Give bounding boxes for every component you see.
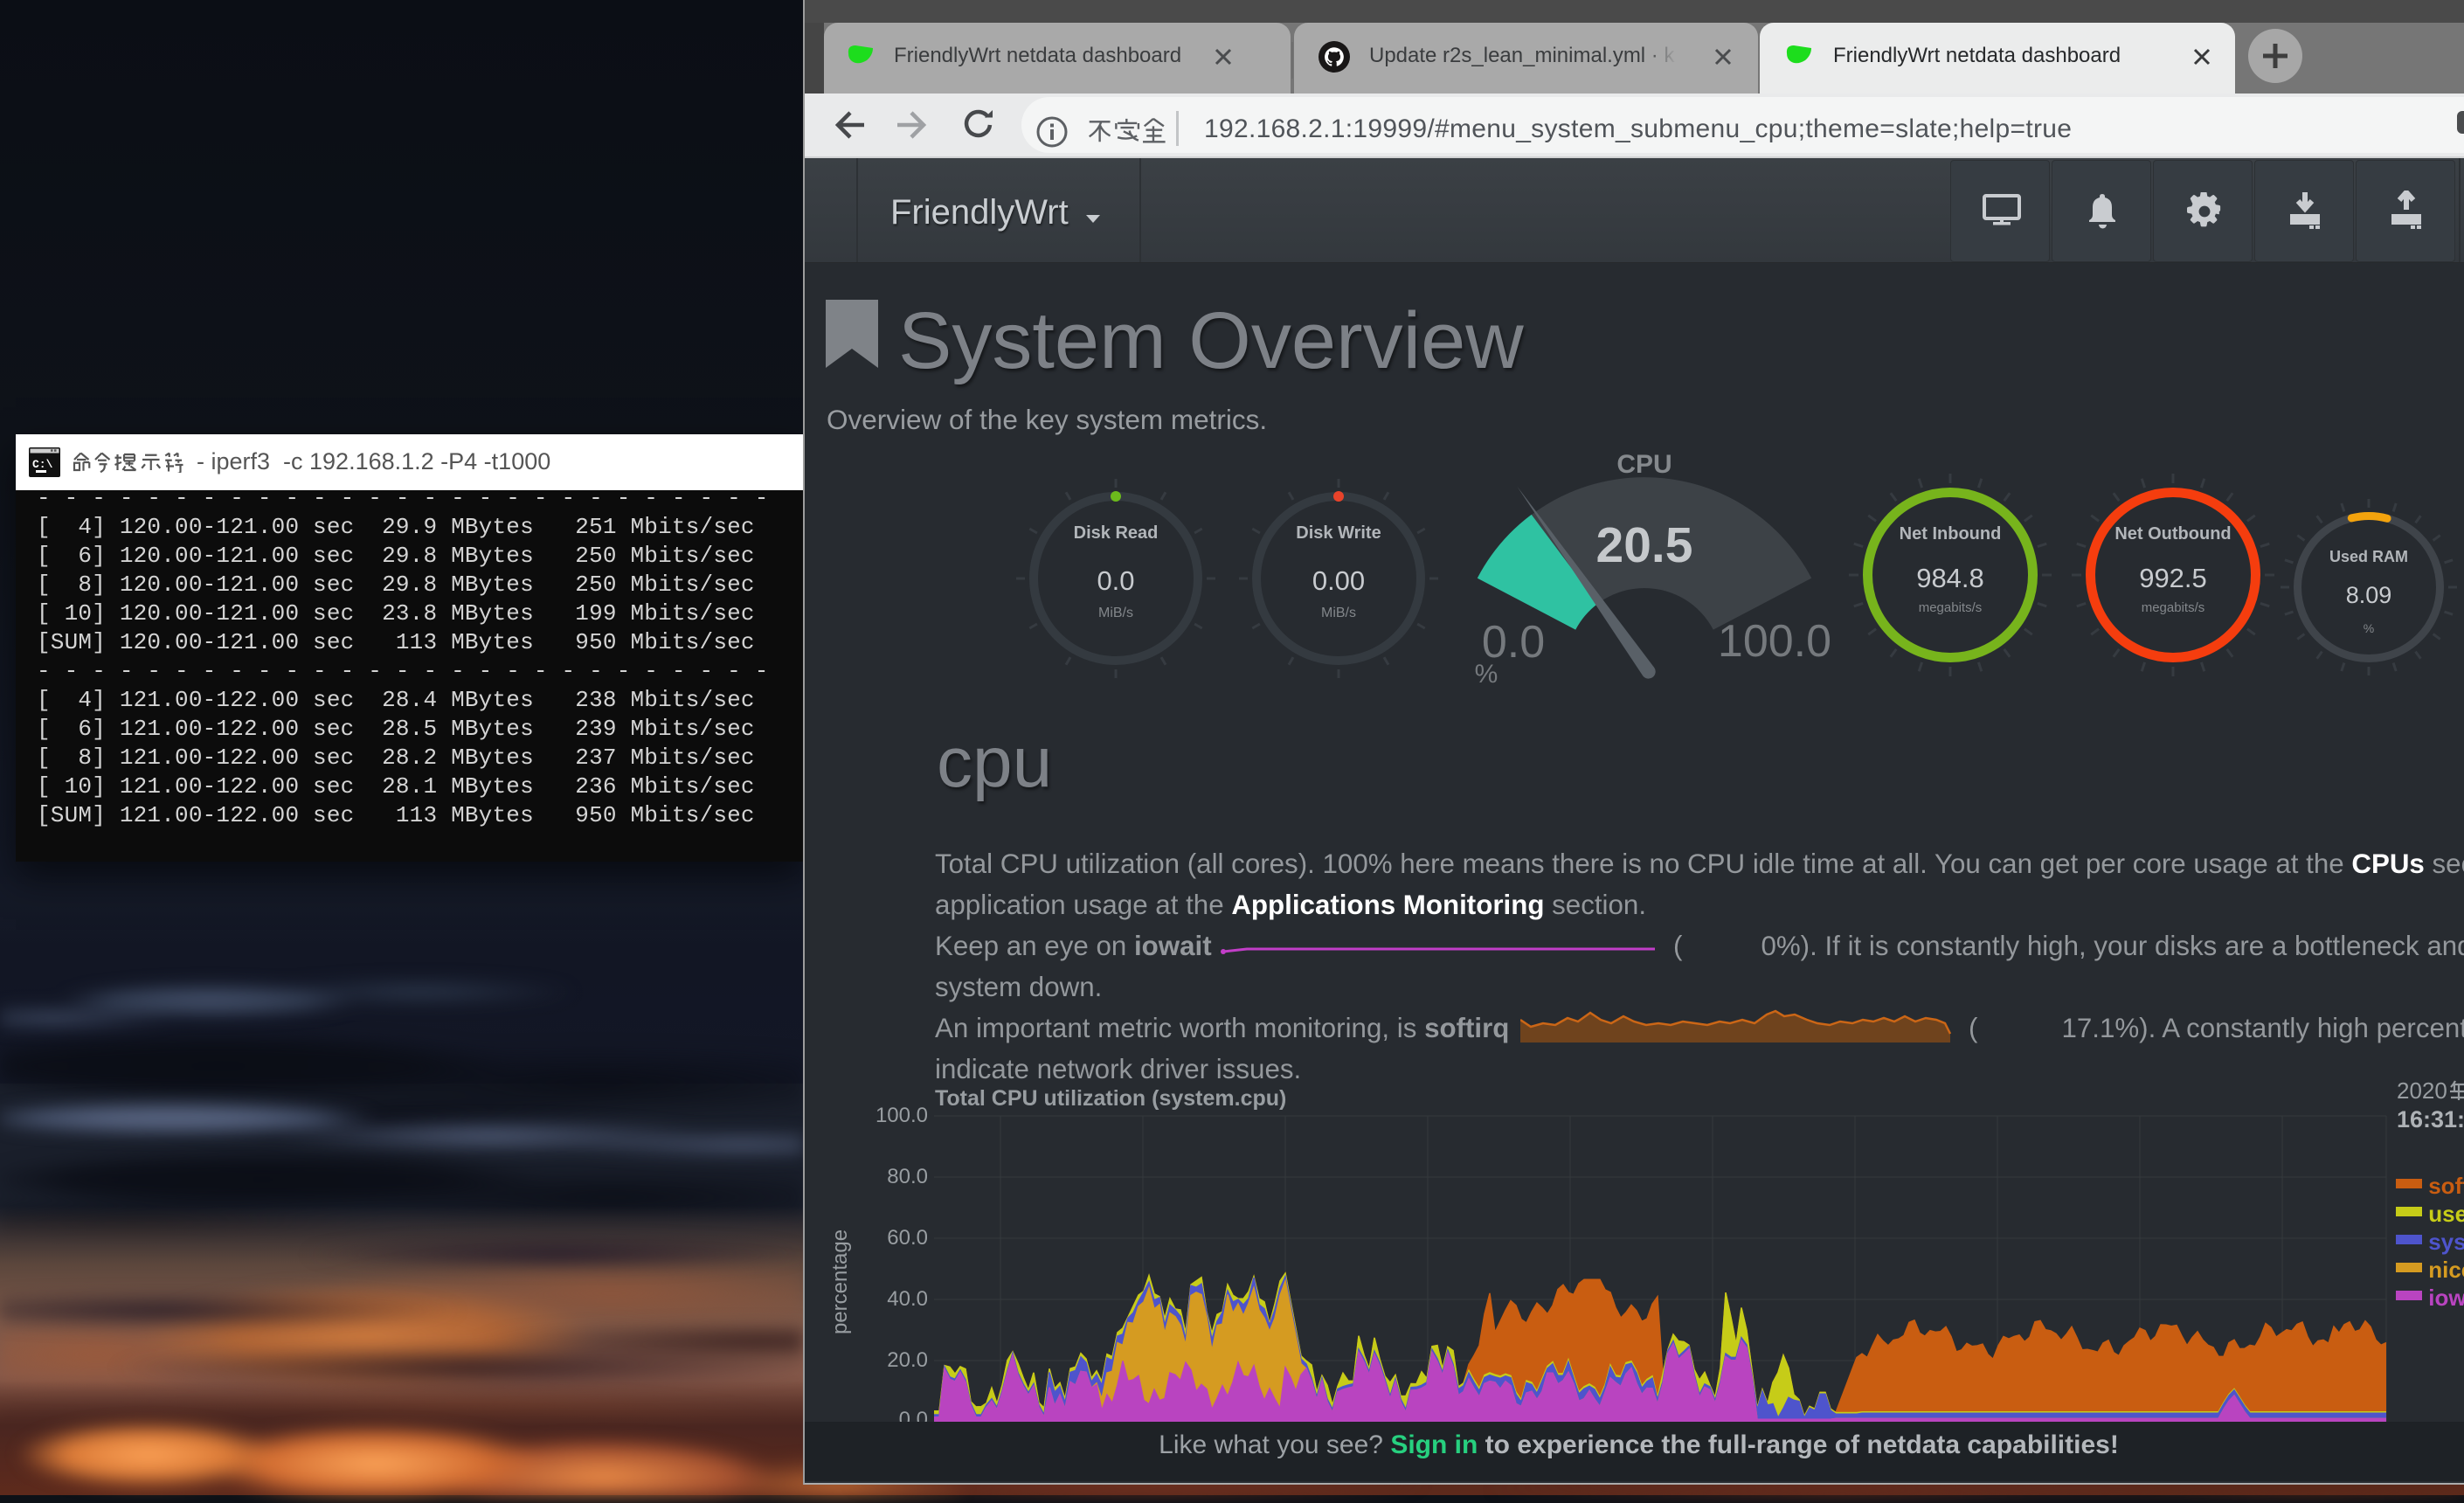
svg-text:C:\: C:\ [32,458,53,471]
